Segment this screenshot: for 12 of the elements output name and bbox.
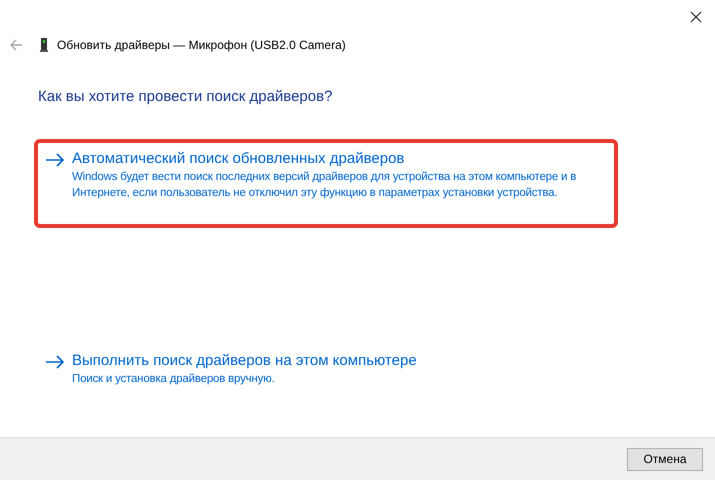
option-description: Поиск и установка драйверов вручную.	[72, 372, 276, 387]
close-icon	[690, 11, 702, 23]
window-title: Обновить драйверы — Микрофон (USB2.0 Camera)	[57, 37, 346, 54]
device-icon	[40, 38, 48, 52]
back-arrow-icon	[9, 39, 23, 51]
option-link[interactable]: Выполнить поиск драйверов на этом компьютере	[72, 351, 417, 371]
page-heading: Как вы хотите провести поиск драйверов?	[38, 87, 334, 107]
option-description: Windows будет вести поиск последних версий драйверов для устройства на этом компьютере и в Интернете, если пользователь не отключил эту функцию в параметрах установки устройства.	[72, 170, 578, 201]
option-link[interactable]: Автоматический поиск обновленных драйверов	[72, 149, 610, 169]
arrow-icon	[45, 153, 65, 167]
arrow-icon	[45, 355, 65, 369]
cancel-button[interactable]: Отмена	[627, 448, 703, 470]
